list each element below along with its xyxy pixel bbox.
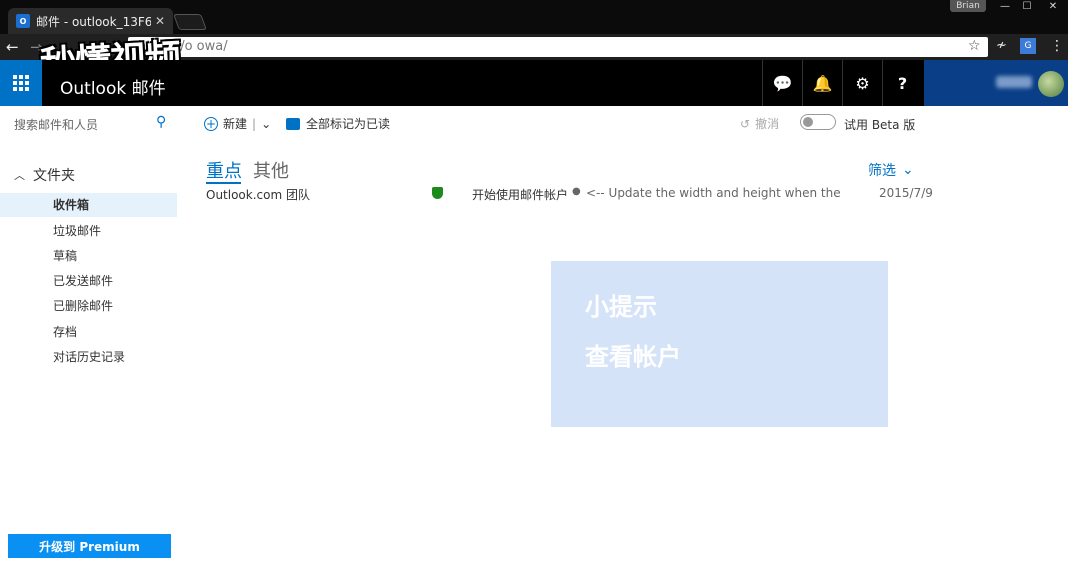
minimize-icon[interactable]: — (994, 0, 1016, 12)
search-input[interactable]: 搜索邮件和人员 (14, 116, 174, 132)
message-sender: Outlook.com 团队 (206, 188, 310, 202)
address-bar[interactable]: https://o owa/ (128, 37, 988, 57)
beta-label: 试用 Beta 版 (844, 118, 916, 132)
message-date: 2015/7/9 (879, 186, 933, 200)
waffle-icon (13, 75, 29, 91)
close-icon[interactable]: ✕ (155, 14, 165, 28)
folders-header[interactable]: ︿ 文件夹 (14, 165, 75, 185)
tip-text: 查看帐户 (585, 343, 681, 371)
search-icon[interactable]: ⚲ (156, 114, 166, 130)
outlook-favicon-icon: O (16, 14, 30, 28)
tip-overlay: 小提示 查看帐户 (551, 261, 888, 427)
active-tab-underline (206, 182, 241, 184)
chat-icon[interactable]: 💬 (762, 60, 802, 106)
app-title: Outlook 邮件 (60, 79, 166, 99)
message-preview: <-- Update the width and height when the (586, 186, 841, 200)
translate-extension-icon[interactable]: G (1020, 38, 1036, 54)
undo-button[interactable]: ↺ 撤消 (740, 115, 779, 132)
account-name (996, 76, 1032, 88)
plus-icon: + (204, 116, 218, 131)
filter-button[interactable]: 筛选 ⌄ (868, 160, 914, 180)
help-icon[interactable]: ? (882, 60, 922, 106)
toggle-knob (803, 117, 813, 127)
folder-drafts[interactable]: 草稿 (0, 244, 177, 268)
extension-icon[interactable]: ≁ (996, 38, 1007, 53)
message-row[interactable]: Outlook.com 团队 开始使用邮件帐户 ● <-- Update the… (206, 186, 946, 204)
new-label: 新建 (223, 117, 248, 131)
chevron-up-icon: ︿ (14, 169, 25, 182)
browser-menu-icon[interactable]: ⋮ (1050, 38, 1064, 54)
outlook-header: Outlook 邮件 💬 🔔 ⚙ ? (0, 60, 1068, 106)
account-menu[interactable] (924, 60, 1068, 106)
gear-icon[interactable]: ⚙ (842, 60, 882, 106)
envelope-icon (286, 117, 300, 130)
chevron-down-icon: ⌄ (902, 162, 914, 178)
filter-label: 筛选 (868, 163, 896, 179)
beta-toggle[interactable] (800, 114, 836, 130)
bookmark-star-icon[interactable]: ☆ (968, 38, 981, 54)
avatar[interactable] (1038, 71, 1064, 97)
app-launcher-button[interactable] (0, 60, 42, 106)
chevron-down-icon[interactable]: ⌄ (261, 117, 271, 131)
folder-inbox[interactable]: 收件箱 (0, 193, 177, 217)
tab-title: 邮件 - outlook_13F6D7 (36, 14, 151, 29)
folder-junk[interactable]: 垃圾邮件 (0, 219, 177, 243)
folder-conversation-history[interactable]: 对话历史记录 (0, 345, 177, 369)
window-close-icon[interactable]: ✕ (1040, 0, 1066, 12)
divider: | (252, 116, 257, 131)
tab-other[interactable]: 其他 (253, 157, 289, 183)
tip-title: 小提示 (585, 293, 657, 321)
undo-icon: ↺ (740, 116, 751, 131)
separator-dot: ● (572, 186, 581, 197)
folder-sent[interactable]: 已发送邮件 (0, 269, 177, 293)
folder-archive[interactable]: 存档 (0, 320, 177, 344)
message-subject: 开始使用邮件帐户 (472, 188, 569, 202)
maximize-icon[interactable]: ☐ (1016, 0, 1038, 12)
shield-icon (432, 187, 443, 199)
upgrade-premium-button[interactable]: 升级到 Premium (8, 534, 171, 558)
tab-focused[interactable]: 重点 (206, 157, 242, 183)
folder-deleted[interactable]: 已删除邮件 (0, 294, 177, 318)
new-message-button[interactable]: + 新建 | ⌄ (204, 115, 271, 132)
mark-all-read-label: 全部标记为已读 (306, 117, 391, 131)
mark-all-read-button[interactable]: 全部标记为已读 (286, 115, 390, 132)
profile-chip[interactable]: Brian (950, 0, 986, 12)
folders-heading: 文件夹 (33, 168, 75, 184)
bell-icon[interactable]: 🔔 (802, 60, 842, 106)
back-icon[interactable]: ← (6, 38, 19, 56)
undo-label: 撤消 (755, 117, 780, 131)
